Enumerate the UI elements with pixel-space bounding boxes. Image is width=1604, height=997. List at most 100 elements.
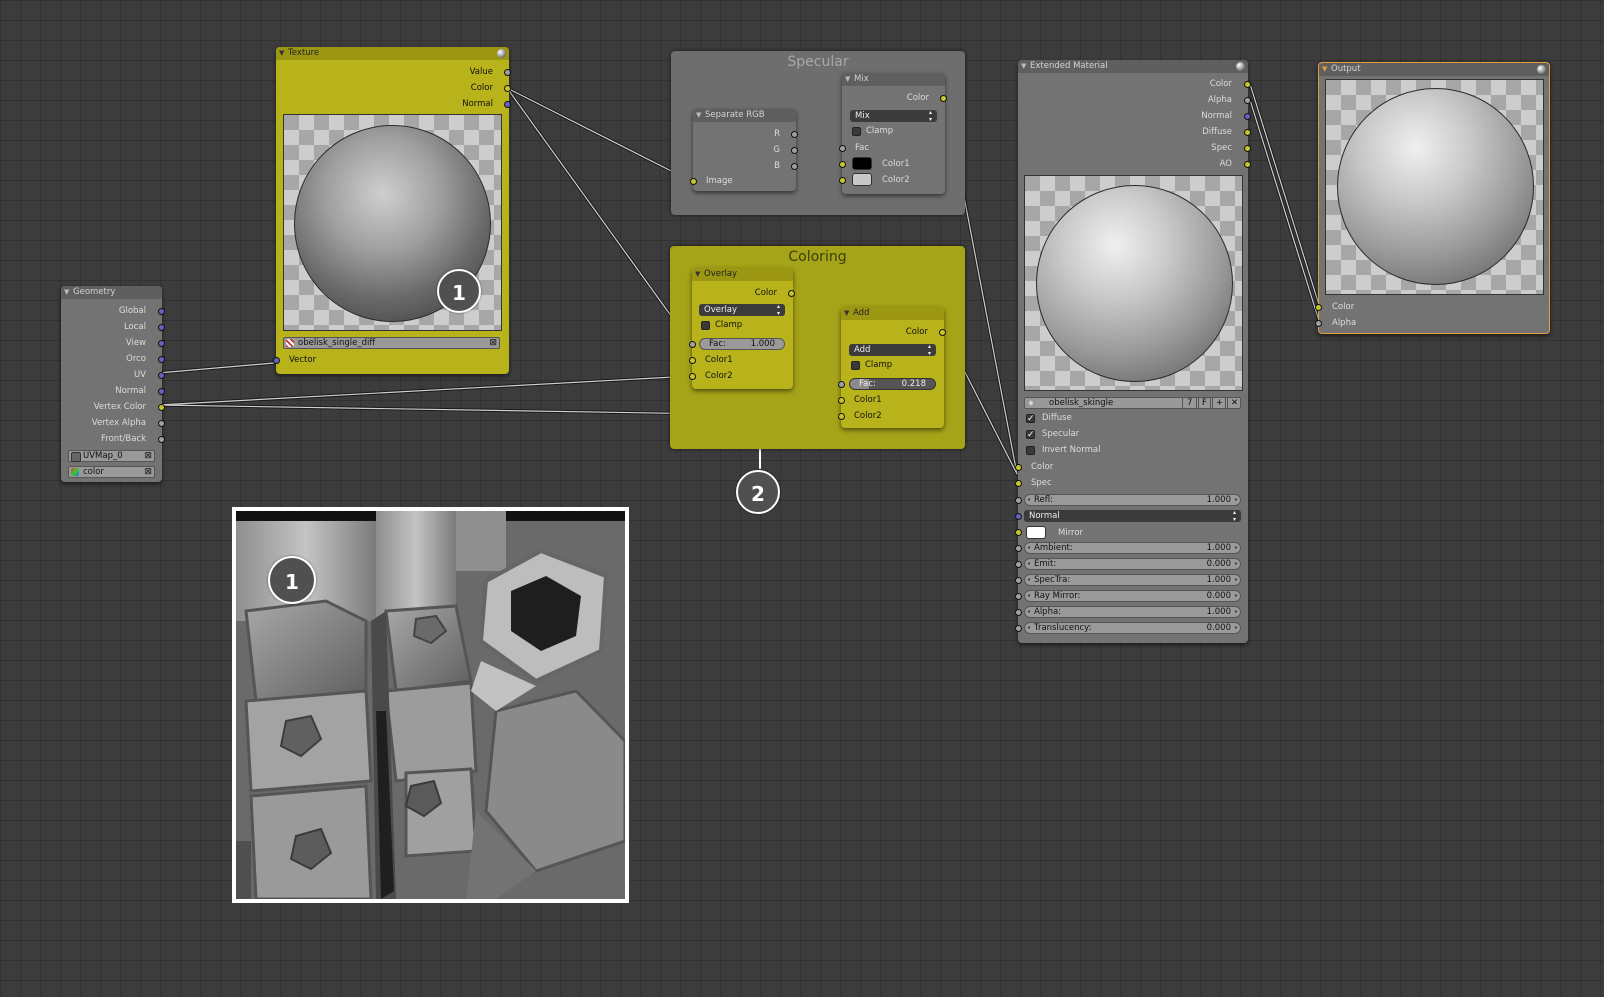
mix-color2-swatch[interactable] [852,173,872,186]
decrement-arrow-icon[interactable]: ◂ [1027,543,1030,553]
material-new-button[interactable]: + [1212,397,1226,409]
collapse-triangle-icon[interactable]: ▼ [64,286,69,299]
preview-toggle-icon[interactable] [1236,62,1245,71]
mix-clamp-checkbox[interactable] [852,127,861,136]
ambient-slider[interactable]: ◂ Ambient: 1.000 ▸ [1024,542,1241,554]
mirror-color-swatch[interactable] [1026,526,1046,539]
specular-checkbox[interactable]: ✓ [1026,430,1035,440]
increment-arrow-icon[interactable]: ▸ [1235,543,1238,553]
socket-material-alpha[interactable] [1244,97,1251,104]
socket-add-color1[interactable] [838,397,845,404]
socket-vertex-color[interactable] [158,404,165,411]
add-blend-select[interactable]: Add [849,343,936,357]
socket-material-spec[interactable] [1244,145,1251,152]
socket-ray-mirror[interactable] [1015,593,1022,600]
separate-rgb-header[interactable]: ▼ Separate RGB [693,109,796,122]
increment-arrow-icon[interactable]: ▸ [1235,559,1238,569]
collapse-triangle-icon[interactable]: ▼ [1021,60,1026,73]
normal-select[interactable]: Normal [1024,509,1241,523]
socket-material-ao[interactable] [1244,161,1251,168]
socket-mix-color1[interactable] [839,161,846,168]
texture-node-header[interactable]: ▼ Texture [276,47,509,60]
decrement-arrow-icon[interactable]: ◂ [1027,495,1030,505]
socket-vertex-alpha[interactable] [158,420,165,427]
socket-global[interactable] [158,308,165,315]
extended-material-node[interactable]: ▼ Extended Material Color Alpha Normal Di… [1015,60,1251,643]
collapse-triangle-icon[interactable]: ▼ [696,109,701,122]
socket-translucency[interactable] [1015,625,1022,632]
socket-ambient[interactable] [1015,545,1022,552]
socket-alpha-in[interactable] [1015,609,1022,616]
socket-front-back[interactable] [158,436,165,443]
decrement-arrow-icon[interactable]: ◂ [1027,575,1030,585]
decrement-arrow-icon[interactable]: ◂ [1027,559,1030,569]
socket-b[interactable] [791,163,798,170]
socket-mix-fac[interactable] [839,145,846,152]
uv-map-field[interactable]: UVMap_0 ⊠ [68,450,155,462]
socket-mix-color-out[interactable] [940,95,947,102]
collapse-triangle-icon[interactable]: ▼ [1322,63,1327,76]
add-node-header[interactable]: ▼ Add [841,307,944,320]
mix-color1-swatch[interactable] [852,157,872,170]
geometry-node-header[interactable]: ▼ Geometry [61,286,162,299]
socket-add-color2[interactable] [838,413,845,420]
overlay-fac-slider[interactable]: Fac: 1.000 [699,338,785,350]
overlay-clamp-checkbox[interactable] [701,321,710,330]
socket-r[interactable] [791,131,798,138]
socket-output-alpha[interactable] [1315,320,1322,327]
overlay-node-header[interactable]: ▼ Overlay [692,268,793,281]
socket-overlay-color2[interactable] [689,373,696,380]
socket-overlay-color-out[interactable] [788,290,795,297]
material-users-count[interactable]: 7 [1182,397,1197,409]
socket-spectra[interactable] [1015,577,1022,584]
spectra-slider[interactable]: ◂ SpecTra: 1.000 ▸ [1024,574,1241,586]
texture-node[interactable]: ▼ Texture Value Color Normal obelisk_sing… [273,47,511,374]
decrement-arrow-icon[interactable]: ◂ [1027,607,1030,617]
preview-toggle-icon[interactable] [497,49,506,58]
increment-arrow-icon[interactable]: ▸ [1235,607,1238,617]
refl-slider[interactable]: ◂ Refl: 1.000 ▸ [1024,494,1241,506]
socket-texture-normal[interactable] [504,101,511,108]
add-node[interactable]: ▼ Add Color Add Clamp Fac: 0.218 Color1 C… [838,307,946,428]
socket-add-fac[interactable] [838,381,845,388]
mix-blend-select[interactable]: Mix [850,109,937,123]
socket-overlay-fac[interactable] [689,341,696,348]
socket-orco[interactable] [158,356,165,363]
overlay-node[interactable]: ▼Overlay Color Overlay Clamp Fac: 1.000 … [689,268,795,389]
translucency-slider[interactable]: ◂ Translucency: 0.000 ▸ [1024,622,1241,634]
socket-emit[interactable] [1015,561,1022,568]
socket-mix-color2[interactable] [839,177,846,184]
color-layer-field[interactable]: color ⊠ [68,466,155,478]
output-node[interactable]: ▼ Output Color Alpha [1315,62,1550,334]
socket-normal[interactable] [158,388,165,395]
socket-material-in-spec[interactable] [1015,480,1022,487]
socket-normal-in[interactable] [1015,513,1022,520]
socket-uv[interactable] [158,372,165,379]
decrement-arrow-icon[interactable]: ◂ [1027,591,1030,601]
ray-mirror-slider[interactable]: ◂ Ray Mirror: 0.000 ▸ [1024,590,1241,602]
socket-material-diffuse[interactable] [1244,129,1251,136]
socket-overlay-color1[interactable] [689,357,696,364]
alpha-slider[interactable]: ◂ Alpha: 1.000 ▸ [1024,606,1241,618]
socket-material-in-color[interactable] [1015,464,1022,471]
increment-arrow-icon[interactable]: ▸ [1235,623,1238,633]
separate-rgb-node[interactable]: ▼ Separate RGB R G B Image [690,109,798,191]
invert-normal-checkbox[interactable] [1026,446,1035,455]
texture-image-field[interactable]: obelisk_single_diff ⊠ [283,337,500,349]
collapse-triangle-icon[interactable]: ▼ [844,307,849,320]
add-clamp-checkbox[interactable] [851,361,860,370]
collapse-triangle-icon[interactable]: ▼ [695,268,700,281]
material-fake-user-button[interactable]: F [1198,397,1211,409]
socket-material-normal[interactable] [1244,113,1251,120]
extended-material-header[interactable]: ▼ Extended Material [1018,60,1248,73]
add-fac-slider[interactable]: Fac: 0.218 [849,378,936,390]
clear-uv-map-icon[interactable]: ⊠ [144,451,152,461]
preview-toggle-icon[interactable] [1537,65,1546,74]
decrement-arrow-icon[interactable]: ◂ [1027,623,1030,633]
mix-node-header[interactable]: ▼ Mix [842,73,945,86]
diffuse-checkbox[interactable]: ✓ [1026,414,1035,424]
overlay-blend-select[interactable]: Overlay [699,303,785,317]
socket-texture-vector[interactable] [273,357,280,364]
material-unlink-button[interactable]: ✕ [1227,397,1241,409]
collapse-triangle-icon[interactable]: ▼ [845,73,850,86]
